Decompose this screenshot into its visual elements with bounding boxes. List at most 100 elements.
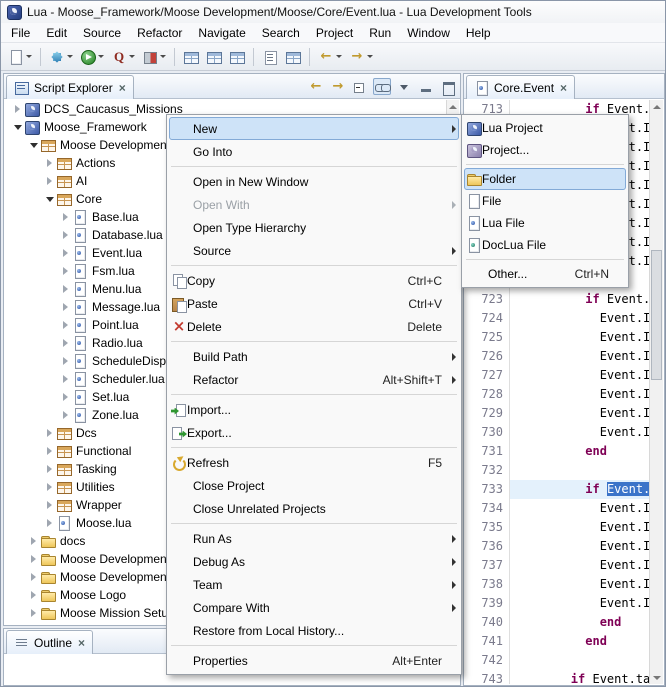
- expand-arrow-icon[interactable]: [27, 591, 40, 599]
- dropdown-caret-icon[interactable]: [26, 55, 32, 58]
- close-icon[interactable]: [119, 81, 126, 95]
- menubar-item-source[interactable]: Source: [75, 23, 129, 42]
- coverage-button[interactable]: [139, 46, 169, 68]
- back-button[interactable]: [307, 78, 325, 95]
- menubar-item-project[interactable]: Project: [308, 23, 361, 42]
- menu-item-compare-with[interactable]: Compare With: [169, 596, 459, 619]
- collapse-all-button[interactable]: [351, 78, 369, 95]
- menu-item-doclua-file[interactable]: DocLua File: [464, 234, 626, 256]
- forward-button[interactable]: [346, 46, 376, 68]
- menu-item-export[interactable]: Export...: [169, 421, 459, 444]
- menu-item-import[interactable]: Import...: [169, 398, 459, 421]
- menu-item-delete[interactable]: DeleteDelete: [169, 315, 459, 338]
- menu-item-paste[interactable]: PasteCtrl+V: [169, 292, 459, 315]
- scroll-down-icon[interactable]: [650, 671, 663, 684]
- editor-line[interactable]: 725 Event.IniDCSUnitName = Event.IniDCSU…: [465, 328, 649, 347]
- editor-line[interactable]: 730 Event.IniDCSGroupName = "": [465, 423, 649, 442]
- editor-line[interactable]: 737 Event.IniUnit = SCENERY:Register( Ev…: [465, 556, 649, 575]
- editor-line[interactable]: 726 Event.IniUnitName = Event.IniDCSUnit…: [465, 347, 649, 366]
- menu-item-go-into[interactable]: Go Into: [169, 140, 459, 163]
- tab-outline[interactable]: Outline: [6, 630, 93, 654]
- menu-item-new[interactable]: New: [169, 117, 459, 140]
- menu-item-source[interactable]: Source: [169, 239, 459, 262]
- menu-item-other[interactable]: Other...Ctrl+N: [464, 263, 626, 285]
- dropdown-caret-icon[interactable]: [67, 55, 73, 58]
- tasks-button[interactable]: [282, 46, 304, 68]
- menu-item-file[interactable]: File: [464, 190, 626, 212]
- expand-arrow-icon[interactable]: [27, 537, 40, 545]
- close-icon[interactable]: [78, 636, 85, 650]
- expand-arrow-icon[interactable]: [59, 285, 72, 293]
- menu-item-close-unrelated-projects[interactable]: Close Unrelated Projects: [169, 497, 459, 520]
- editor-line[interactable]: 724 Event.IniDCSUnit = Event.initiator: [465, 309, 649, 328]
- expand-arrow-icon[interactable]: [59, 321, 72, 329]
- menu-item-restore-from-local-history[interactable]: Restore from Local History...: [169, 619, 459, 642]
- tab-script-explorer[interactable]: Script Explorer: [6, 75, 134, 99]
- editor-line[interactable]: 735 Event.IniDCSUnitName = Event.IniDCSU…: [465, 518, 649, 537]
- editor-line[interactable]: 728 Event.IniCategory = Event.IniDCSUnit…: [465, 385, 649, 404]
- dropdown-caret-icon[interactable]: [336, 55, 342, 58]
- menubar-item-file[interactable]: File: [3, 23, 38, 42]
- expand-arrow-icon[interactable]: [59, 213, 72, 221]
- editor-scrollbar-thumb[interactable]: [651, 250, 662, 380]
- editor-line[interactable]: 723 if Event.IniObjectCategory == Object…: [465, 290, 649, 309]
- dropdown-caret-icon[interactable]: [129, 55, 135, 58]
- menu-item-open-with[interactable]: Open With: [169, 193, 459, 216]
- editor-line[interactable]: 729 Event.IniTypeName = Event.IniDCSUnit…: [465, 404, 649, 423]
- menu-item-project[interactable]: Project...: [464, 139, 626, 161]
- expand-arrow-icon[interactable]: [43, 447, 56, 455]
- open-console-button[interactable]: [226, 46, 248, 68]
- minimize-button[interactable]: [417, 78, 435, 95]
- expand-arrow-icon[interactable]: [43, 519, 56, 527]
- collapse-arrow-icon[interactable]: [11, 125, 24, 130]
- dropdown-caret-icon[interactable]: [98, 55, 104, 58]
- expand-arrow-icon[interactable]: [43, 465, 56, 473]
- menu-item-folder[interactable]: Folder: [464, 168, 626, 190]
- open-perspective-button[interactable]: [180, 46, 202, 68]
- editor-line[interactable]: 738 Event.IniCategory = Event.IniDCSUnit…: [465, 575, 649, 594]
- expand-arrow-icon[interactable]: [43, 177, 56, 185]
- editor-line[interactable]: 727 Event.IniUnit = STATIC:FindByName( E…: [465, 366, 649, 385]
- editor-line[interactable]: 736 Event.IniUnitName = Event.IniDCSUnit…: [465, 537, 649, 556]
- menu-item-build-path[interactable]: Build Path: [169, 345, 459, 368]
- collapse-arrow-icon[interactable]: [43, 197, 56, 202]
- expand-arrow-icon[interactable]: [43, 429, 56, 437]
- expand-arrow-icon[interactable]: [59, 303, 72, 311]
- forward-button[interactable]: [329, 78, 347, 95]
- menubar-item-navigate[interactable]: Navigate: [190, 23, 253, 42]
- expand-arrow-icon[interactable]: [59, 393, 72, 401]
- run-button[interactable]: [77, 46, 107, 68]
- expand-arrow-icon[interactable]: [43, 483, 56, 491]
- profile-button[interactable]: [108, 46, 138, 68]
- tab-core-event[interactable]: Core.Event: [466, 75, 575, 99]
- menu-item-close-project[interactable]: Close Project: [169, 474, 459, 497]
- editor-line[interactable]: 739 Event.IniTypeName = Event.IniDCSUnit…: [465, 594, 649, 613]
- menubar-item-help[interactable]: Help: [458, 23, 499, 42]
- expand-arrow-icon[interactable]: [43, 159, 56, 167]
- editor-line[interactable]: 733 if Event.IniObjectCategory == Object…: [465, 480, 649, 499]
- menubar-item-search[interactable]: Search: [254, 23, 308, 42]
- expand-arrow-icon[interactable]: [59, 267, 72, 275]
- editor-line[interactable]: 740 end: [465, 613, 649, 632]
- expand-arrow-icon[interactable]: [27, 555, 40, 563]
- menu-item-run-as[interactable]: Run As: [169, 527, 459, 550]
- expand-arrow-icon[interactable]: [59, 249, 72, 257]
- expand-arrow-icon[interactable]: [59, 339, 72, 347]
- show-view-button[interactable]: [203, 46, 225, 68]
- menu-item-copy[interactable]: CopyCtrl+C: [169, 269, 459, 292]
- expand-arrow-icon[interactable]: [59, 357, 72, 365]
- expand-arrow-icon[interactable]: [27, 609, 40, 617]
- dropdown-caret-icon[interactable]: [160, 55, 166, 58]
- annotations-button[interactable]: [259, 46, 281, 68]
- editor-line[interactable]: 743 if Event.target then: [465, 670, 649, 684]
- menu-item-lua-project[interactable]: Lua Project: [464, 117, 626, 139]
- menu-item-open-type-hierarchy[interactable]: Open Type Hierarchy: [169, 216, 459, 239]
- menu-item-team[interactable]: Team: [169, 573, 459, 596]
- expand-arrow-icon[interactable]: [43, 501, 56, 509]
- expand-arrow-icon[interactable]: [59, 375, 72, 383]
- editor-line[interactable]: 741 end: [465, 632, 649, 651]
- editor-scrollbar[interactable]: [649, 100, 663, 684]
- back-button[interactable]: [315, 46, 345, 68]
- menubar-item-run[interactable]: Run: [361, 23, 399, 42]
- menu-item-refactor[interactable]: RefactorAlt+Shift+T: [169, 368, 459, 391]
